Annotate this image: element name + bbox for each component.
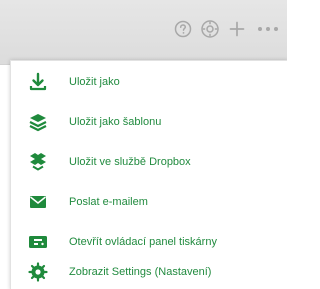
download-icon — [27, 71, 49, 93]
settings-icon — [200, 19, 220, 44]
menu-item-settings[interactable]: Zobrazit Settings (Nastavení) — [11, 257, 287, 287]
app-frame: Uložit jako Uložit jako šablonu Uložit v… — [0, 0, 287, 289]
menu-item-label: Poslat e-mailem — [69, 196, 148, 208]
help-icon — [174, 20, 192, 43]
mail-icon — [27, 191, 49, 213]
menu-item-printer-panel[interactable]: Otevřít ovládací panel tiskárny — [11, 227, 287, 257]
add-icon — [228, 20, 246, 43]
menu-item-label: Zobrazit Settings (Nastavení) — [69, 266, 212, 278]
menu-item-label: Uložit jako šablonu — [69, 116, 162, 128]
dropbox-icon — [27, 151, 49, 173]
menu-item-save-as[interactable]: Uložit jako — [11, 67, 287, 97]
menu-item-label: Uložit ve službě Dropbox — [69, 156, 191, 168]
menu-item-label: Uložit jako — [69, 76, 120, 88]
settings-button[interactable] — [200, 19, 220, 40]
toolbar — [0, 0, 287, 65]
menu-item-label: Otevřít ovládací panel tiskárny — [69, 236, 217, 248]
layers-icon — [27, 111, 49, 133]
menu-item-email[interactable]: Poslat e-mailem — [11, 187, 287, 217]
actions-menu: Uložit jako Uložit jako šablonu Uložit v… — [10, 60, 287, 289]
add-button[interactable] — [228, 20, 246, 43]
printer-panel-icon — [27, 231, 49, 253]
menu-item-save-dropbox[interactable]: Uložit ve službě Dropbox — [11, 147, 287, 177]
help-button[interactable] — [174, 20, 192, 43]
menu-item-save-as-template[interactable]: Uložit jako šablonu — [11, 107, 287, 137]
more-button[interactable] — [254, 22, 282, 40]
more-icon — [254, 20, 282, 43]
gear-icon — [27, 261, 49, 283]
